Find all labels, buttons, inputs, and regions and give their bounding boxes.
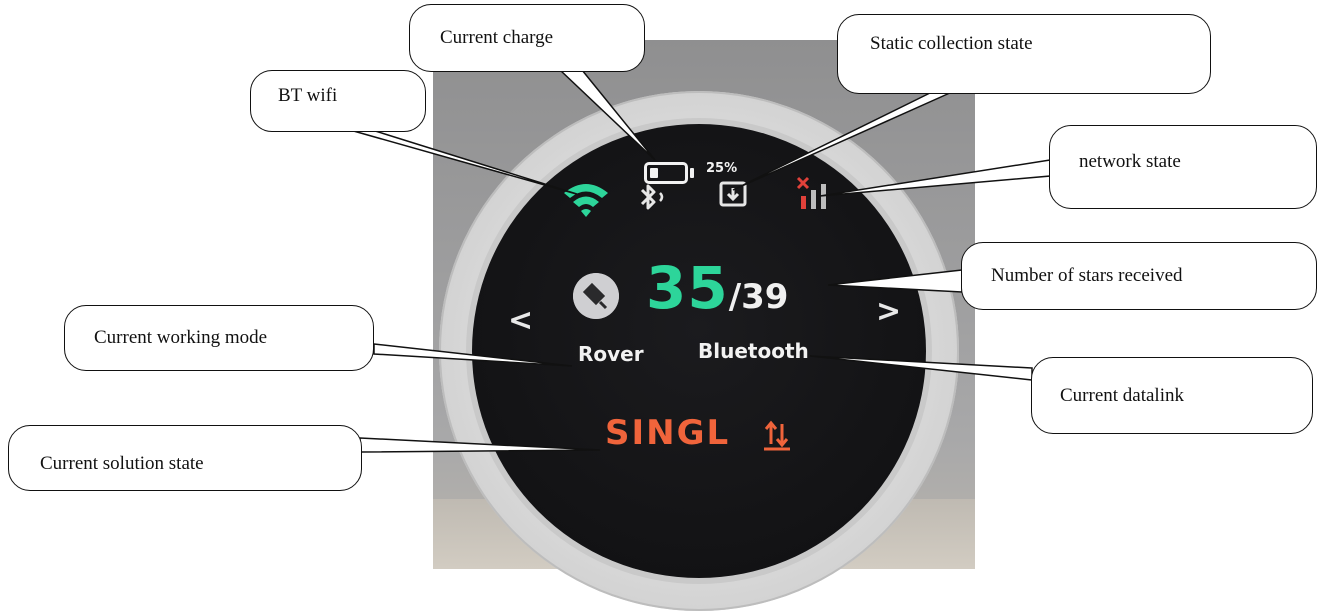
callout-static-collection-state: Static collection state [837, 14, 1211, 94]
static-collection-icon[interactable] [718, 179, 748, 209]
battery-level-fill [650, 168, 658, 178]
callout-current-solution-state: Current solution state [8, 425, 362, 491]
satellites-received: 35 [646, 254, 729, 322]
solution-state-label: SINGL [605, 413, 731, 453]
battery-percent: 25% [706, 161, 738, 176]
working-mode-icon[interactable] [573, 273, 619, 319]
callout-current-charge: Current charge [409, 4, 645, 72]
callout-number-of-stars: Number of stars received [961, 242, 1317, 310]
datalink-label: Bluetooth [698, 339, 809, 363]
chevron-right-icon[interactable]: > [876, 294, 901, 329]
satellites-total: 39 [741, 277, 789, 317]
bluetooth-icon[interactable] [636, 181, 670, 213]
battery-tip [690, 168, 694, 178]
network-signal-icon[interactable] [795, 176, 835, 212]
callout-current-datalink: Current datalink [1031, 357, 1313, 434]
chevron-left-icon[interactable]: < [508, 303, 533, 338]
working-mode-label: Rover [578, 342, 644, 366]
callout-network-state: network state [1049, 125, 1317, 209]
data-transfer-icon [764, 420, 790, 451]
wifi-icon[interactable] [560, 177, 612, 221]
satellites-separator: / [728, 277, 742, 317]
callout-current-working-mode: Current working mode [64, 305, 374, 371]
callout-bt-wifi: BT wifi [250, 70, 426, 132]
satellite-count: 35/39 [646, 254, 788, 322]
